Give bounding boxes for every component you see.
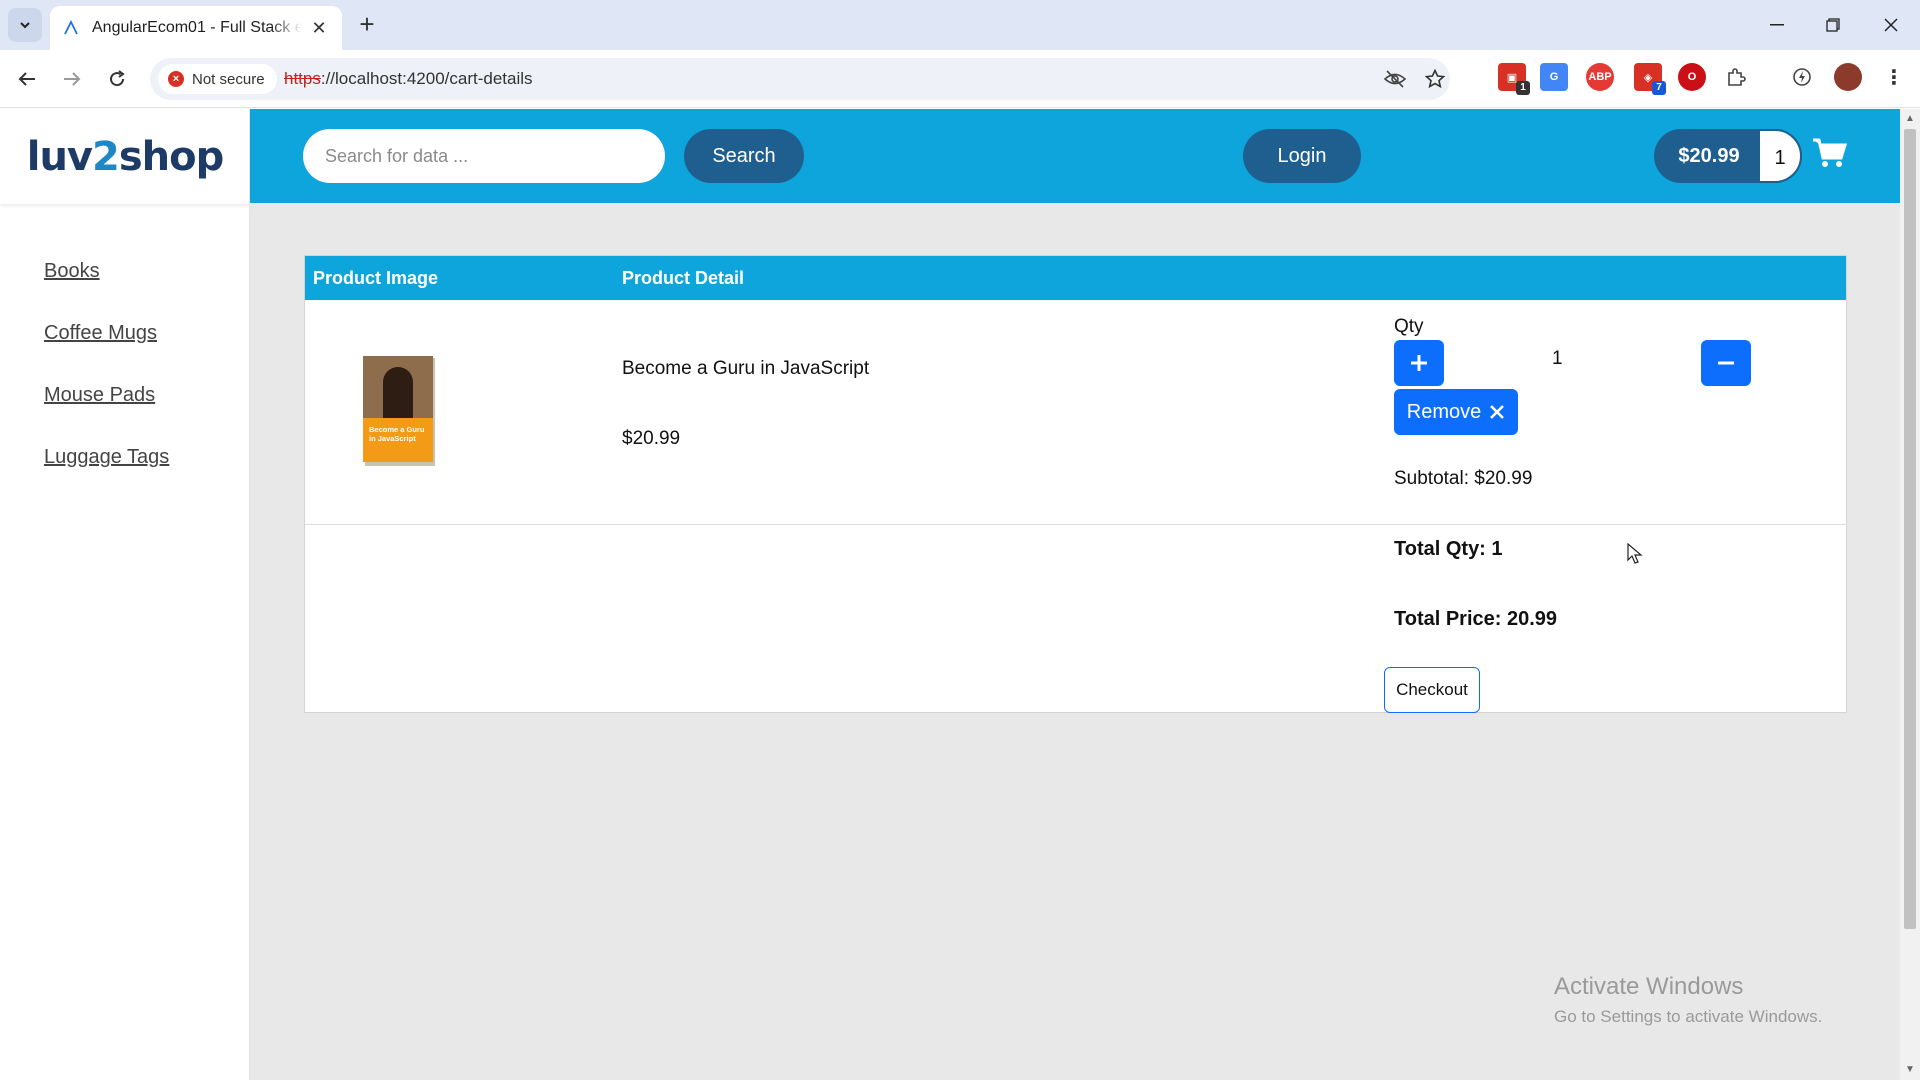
sidebar-item-coffee-mugs[interactable]: Coffee Mugs: [44, 319, 169, 347]
page-scrollbar[interactable]: ▲ ▼: [1900, 109, 1920, 1080]
window-close-icon[interactable]: [1866, 8, 1916, 42]
increment-qty-button[interactable]: [1394, 340, 1444, 386]
cart-total-quantity: 1: [1758, 129, 1802, 183]
plus-icon: [1411, 355, 1427, 371]
svg-text:in JavaScript: in JavaScript: [369, 434, 416, 443]
close-x-icon: [1490, 405, 1505, 419]
login-button[interactable]: Login: [1243, 129, 1361, 183]
bookmark-star-icon[interactable]: [1422, 66, 1448, 92]
scroll-down-arrow-icon[interactable]: ▼: [1904, 1063, 1916, 1077]
shopping-cart-icon[interactable]: [1812, 137, 1852, 173]
product-image: Become a Guru in JavaScript: [363, 356, 435, 466]
column-header-product-image: Product Image: [313, 268, 439, 288]
extension-1-icon[interactable]: ▣ 1: [1498, 63, 1530, 95]
sidebar-item-luggage-tags[interactable]: Luggage Tags: [44, 443, 169, 471]
total-price: Total Price: 20.99: [1394, 608, 1558, 630]
qty-value: 1: [1552, 348, 1563, 369]
total-quantity: Total Qty: 1: [1394, 538, 1503, 560]
book-cover-text: Become a Guru: [369, 425, 425, 434]
browser-menu-icon[interactable]: ⋮: [1880, 63, 1908, 91]
adblock-extension-icon[interactable]: ABP: [1586, 63, 1614, 91]
reload-icon[interactable]: [100, 62, 134, 96]
remove-label: Remove: [1406, 400, 1482, 423]
windows-activation-watermark: Activate Windows Go to Settings to activ…: [1554, 973, 1822, 1027]
angular-favicon-icon: [62, 19, 80, 37]
cart-table: Product Image Product Detail Become a Gu…: [304, 255, 1847, 713]
scrollbar-thumb[interactable]: [1904, 129, 1916, 929]
eye-slash-icon[interactable]: [1382, 66, 1408, 92]
product-name: Become a Guru in JavaScript: [622, 358, 870, 379]
extension-4-icon[interactable]: ◈ 7: [1634, 63, 1666, 95]
category-menu: Books Coffee Mugs Mouse Pads Luggage Tag…: [44, 257, 169, 505]
warning-icon: ×: [168, 71, 184, 87]
scroll-up-arrow-icon[interactable]: ▲: [1904, 112, 1916, 126]
window-minimize-icon[interactable]: [1752, 8, 1802, 42]
sidebar: luv2shop Books Coffee Mugs Mouse Pads Lu…: [0, 109, 250, 1080]
browser-toolbar: × Not secure https://localhost:4200/cart…: [0, 50, 1920, 108]
window-restore-icon[interactable]: [1808, 8, 1858, 42]
back-arrow-icon[interactable]: [10, 62, 44, 96]
row-divider: [305, 524, 1846, 525]
new-tab-plus-icon[interactable]: +: [352, 10, 382, 40]
performance-icon[interactable]: [1788, 63, 1816, 91]
security-label: Not secure: [192, 70, 265, 88]
sidebar-item-mouse-pads[interactable]: Mouse Pads: [44, 381, 169, 409]
remove-item-button[interactable]: Remove: [1394, 389, 1518, 435]
profile-avatar[interactable]: [1834, 63, 1862, 91]
watermark-subtitle: Go to Settings to activate Windows.: [1554, 1007, 1823, 1026]
minus-icon: [1718, 361, 1734, 365]
tab-close-icon[interactable]: ✕: [308, 18, 330, 39]
cart-status[interactable]: $20.99 1: [1654, 129, 1802, 183]
url-text[interactable]: https://localhost:4200/cart-details: [284, 69, 533, 89]
site-header: Search Login $20.99 1: [250, 109, 1900, 203]
extensions-puzzle-icon[interactable]: [1722, 63, 1750, 91]
browser-tab-bar: AngularEcom01 - Full Stack eCommerce ✕ +: [0, 0, 1920, 50]
column-header-product-detail: Product Detail: [622, 268, 745, 288]
table-header: Product Image Product Detail: [305, 256, 1846, 300]
translate-extension-icon[interactable]: G: [1540, 63, 1568, 91]
opera-extension-icon[interactable]: O: [1678, 63, 1706, 91]
security-indicator[interactable]: × Not secure: [158, 64, 277, 94]
brand-logo[interactable]: luv2shop: [0, 109, 250, 204]
search-button[interactable]: Search: [684, 129, 804, 183]
tab-search-chevron-icon[interactable]: [8, 8, 42, 42]
checkout-button[interactable]: Checkout: [1384, 667, 1480, 713]
browser-tab-active[interactable]: AngularEcom01 - Full Stack eCommerce ✕: [50, 6, 342, 50]
sidebar-item-books[interactable]: Books: [44, 257, 169, 285]
cart-total-price: $20.99: [1678, 145, 1740, 167]
decrement-qty-button[interactable]: [1701, 340, 1751, 386]
page: luv2shop Books Coffee Mugs Mouse Pads Lu…: [0, 109, 1900, 1080]
watermark-title: Activate Windows: [1554, 973, 1744, 1000]
product-price: $20.99: [622, 428, 681, 449]
mouse-pointer-icon: [1627, 542, 1643, 565]
tab-title: AngularEcom01 - Full Stack eCommerce: [92, 19, 302, 36]
main-content: Product Image Product Detail Become a Gu…: [250, 203, 1900, 1080]
address-bar[interactable]: × Not secure https://localhost:4200/cart…: [150, 58, 1450, 100]
qty-label: Qty: [1394, 316, 1424, 337]
logo-text: luv2shop: [26, 133, 225, 180]
search-input[interactable]: [303, 129, 665, 183]
item-subtotal: Subtotal: $20.99: [1394, 468, 1533, 489]
forward-arrow-icon[interactable]: [55, 62, 89, 96]
